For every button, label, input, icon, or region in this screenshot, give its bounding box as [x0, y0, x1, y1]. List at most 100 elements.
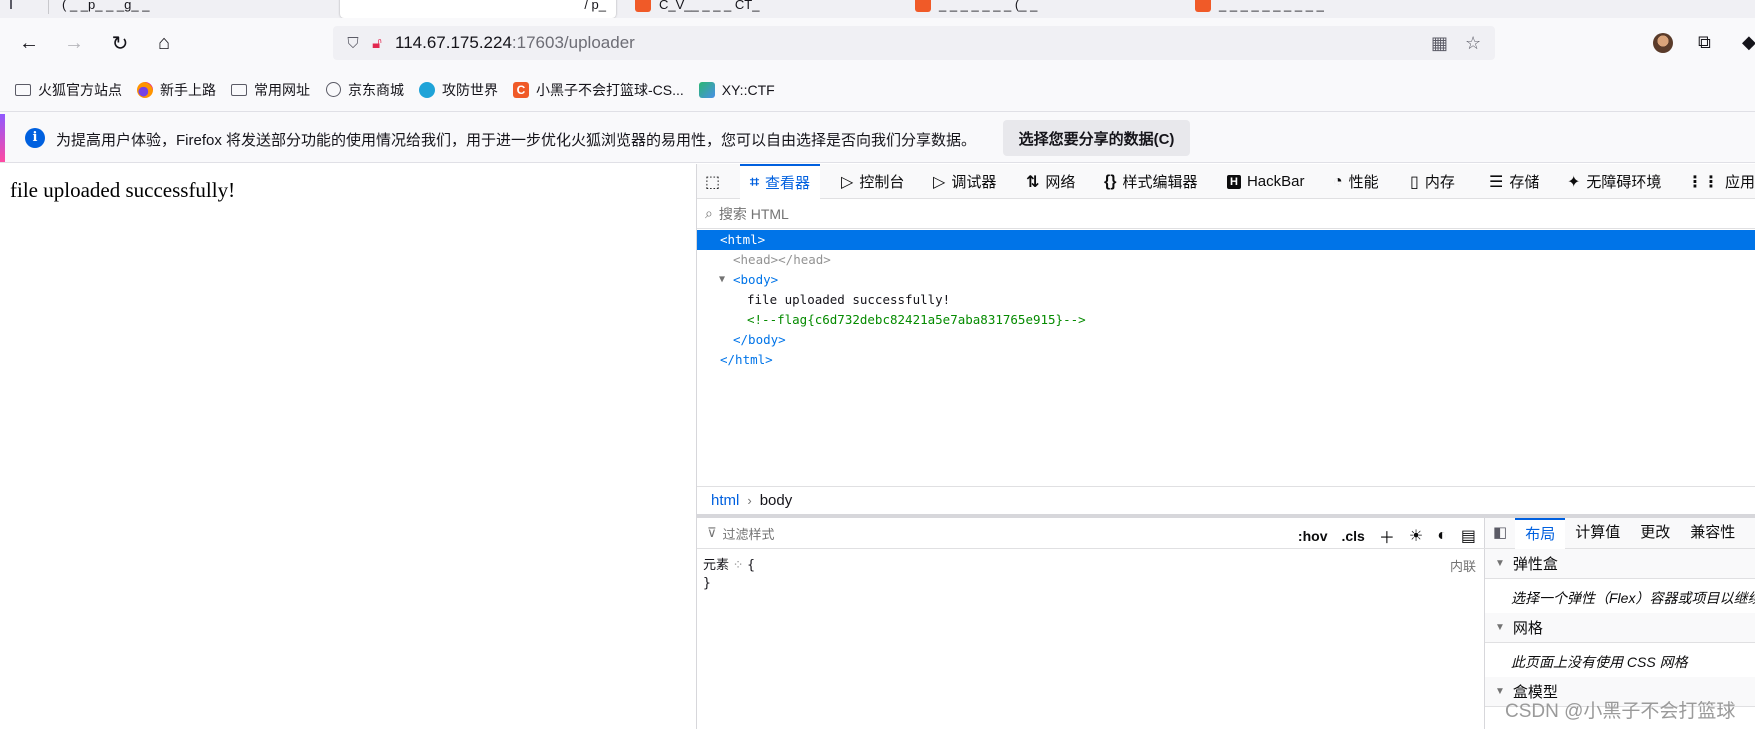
section-title: 网格 [1512, 620, 1543, 637]
node-body-close[interactable]: </body> [697, 330, 1755, 350]
section-flexbox[interactable]: ▼ 弹性盒 [1485, 549, 1755, 579]
rule-open-brace: { [747, 558, 755, 573]
node-html-close[interactable]: </html> [697, 350, 1755, 370]
bookmark-label: 常用网址 [254, 81, 310, 98]
forward-arrow-icon: → [64, 31, 84, 54]
tab-computed[interactable]: 计算值 [1565, 518, 1630, 549]
markup-tree: <html> <head></head> ▼ <body> file upload… [697, 230, 1755, 490]
add-rule-icon[interactable]: ＋ [1379, 524, 1395, 548]
node-body[interactable]: ▼ <body> [697, 270, 1755, 290]
firefox-icon [136, 81, 154, 98]
tab-accessibility[interactable]: ✦ 无障碍环境 [1567, 164, 1661, 199]
xyctf-icon [698, 81, 716, 98]
choose-data-button[interactable]: 选择您要分享的数据(C) [1003, 120, 1190, 156]
tab-console[interactable]: ▷ 控制台 [841, 164, 904, 199]
account-avatar[interactable] [1653, 33, 1673, 53]
back-arrow-icon: ← [19, 31, 39, 54]
tab-title: _ _ _ _ _ _ _ _ _ _ [1219, 0, 1324, 12]
tab-inspector[interactable]: ⌗ 查看器 [740, 164, 821, 199]
collapse-twisty-icon: ▼ [1495, 622, 1505, 633]
tab-list-button[interactable] [0, 0, 20, 18]
search-icon: ⌕ [705, 205, 713, 221]
tab-style-editor[interactable]: {} 样式编辑器 [1104, 164, 1197, 199]
qr-code-icon[interactable]: ▦ [1431, 33, 1448, 54]
url-bar[interactable]: ⛉ 🔓︎ 114.67.175.224:17603/uploader ▦ ☆ [333, 26, 1495, 60]
breadcrumb-html[interactable]: html [711, 492, 739, 509]
dark-theme-icon[interactable]: ◐ [1437, 527, 1447, 545]
tab-layout[interactable]: 布局 [1515, 517, 1566, 549]
node-body-close-text: </body> [733, 332, 786, 347]
bookmark-item[interactable]: 攻防世界 [418, 80, 498, 100]
tab-label: 性能 [1348, 174, 1379, 191]
flag-comment: <!--flag{c6d732debc82421a5e7aba831765e91… [747, 312, 1086, 327]
tab-strip: ( _ _p_ _ _g_ _ / p_ C_V__ _ _ _ CT_ _ _… [0, 0, 1755, 18]
bookmark-item[interactable]: 火狐官方站点 [14, 80, 122, 100]
folder-icon [14, 82, 32, 98]
forward-button[interactable]: → [58, 28, 90, 58]
insecure-lock-icon[interactable]: 🔓︎ [365, 35, 389, 52]
tab-5[interactable]: _ _ _ _ _ _ _ _ _ _ [1185, 0, 1485, 18]
cls-toggle[interactable]: .cls [1341, 528, 1364, 544]
node-comment[interactable]: <!--flag{c6d732debc82421a5e7aba831765e91… [697, 310, 1755, 330]
rules-toolbar: :hov .cls ＋ ☀ ◐ ▤ [1298, 524, 1476, 548]
screenshot-crop-icon[interactable]: ⧉ [1698, 32, 1711, 53]
tab-label: 查看器 [765, 175, 811, 192]
bookmark-item[interactable]: 新手上路 [136, 80, 216, 100]
bookmark-item[interactable]: 常用网址 [230, 80, 310, 100]
section-title: 弹性盒 [1512, 556, 1558, 573]
tab-title: C_V__ _ _ _ CT_ [659, 0, 760, 12]
bookmark-item[interactable]: C 小黑子不会打篮球-CS... [512, 80, 684, 100]
home-icon: ⌂ [157, 31, 171, 54]
tab-compatibility[interactable]: 兼容性 [1680, 518, 1745, 549]
tab-hackbar[interactable]: H HackBar [1227, 164, 1304, 199]
reload-button[interactable]: ↻ [104, 28, 136, 58]
bookmark-item[interactable]: XY::CTF [698, 81, 775, 98]
hov-toggle[interactable]: :hov [1298, 528, 1328, 544]
tab-title: ( _ _p_ _ _g_ _ [62, 0, 150, 12]
tab-memory[interactable]: ▯ 内存 [1410, 164, 1455, 199]
hackbar-icon: H [1227, 174, 1241, 189]
node-html-close-text: </html> [720, 352, 773, 367]
light-theme-icon[interactable]: ☀ [1409, 526, 1423, 546]
tab-4[interactable]: _ _ _ _ _ _ _ (_ _ [905, 0, 1165, 18]
accessibility-icon: ✦ [1567, 173, 1581, 191]
node-head[interactable]: <head></head> [697, 250, 1755, 270]
storage-icon: ☰ [1489, 173, 1504, 191]
tab-label: 存储 [1509, 174, 1540, 191]
toggle-sidebar-icon[interactable]: ◧ [1485, 518, 1515, 549]
tab-separator [48, 0, 49, 14]
tab-1[interactable]: ( _ _p_ _ _g_ _ [52, 0, 292, 18]
devtools-panel: ⬚ ⌗ 查看器 ▷ 控制台 ▷ 调试器 ⇅ 网络 {} 样式编辑器 H HackBar ◔ 性… [696, 164, 1755, 729]
tab-performance[interactable]: ◔ 性能 [1333, 164, 1379, 199]
tab-changes[interactable]: 更改 [1630, 518, 1680, 549]
braces-icon: {} [1104, 172, 1117, 190]
extension-icon[interactable]: ◆ [1742, 32, 1755, 53]
flexbox-hint: 选择一个弹性（Flex）容器或项目以继续。 [1511, 590, 1755, 606]
network-icon: ⇅ [1026, 173, 1040, 191]
bookmark-label: 新手上路 [160, 81, 216, 98]
tab-2-active[interactable]: / p_ [340, 0, 616, 18]
reload-icon: ↻ [111, 32, 129, 55]
expand-twisty-icon[interactable]: ▼ [719, 270, 725, 290]
notification-message: 为提高用户体验，Firefox 将发送部分功能的使用情况给我们，用于进一步优化火… [56, 132, 977, 149]
node-text[interactable]: file uploaded successfully! [697, 290, 1755, 310]
html-search-box[interactable]: ⌕ 搜索 HTML [697, 199, 1755, 229]
filter-placeholder: 过滤样式 [722, 526, 775, 542]
tab-storage[interactable]: ☰ 存储 [1489, 164, 1539, 199]
tab-label: 网络 [1045, 174, 1076, 191]
tab-debugger[interactable]: ▷ 调试器 [933, 164, 996, 199]
breadcrumb-body[interactable]: body [760, 492, 793, 509]
node-html[interactable]: <html> [697, 230, 1755, 250]
tab-network[interactable]: ⇅ 网络 [1026, 164, 1075, 199]
section-grid[interactable]: ▼ 网格 [1485, 613, 1755, 643]
node-text-content: file uploaded successfully! [747, 292, 951, 307]
tab-application[interactable]: ⋮⋮ 应用程 [1687, 164, 1755, 199]
shield-icon[interactable]: ⛉ [341, 35, 365, 52]
home-button[interactable]: ⌂ [148, 28, 180, 58]
back-button[interactable]: ← [13, 28, 45, 58]
bookmark-item[interactable]: 京东商城 [324, 80, 404, 100]
bookmark-star-icon[interactable]: ☆ [1465, 33, 1481, 54]
print-media-icon[interactable]: ▤ [1461, 526, 1476, 546]
element-picker-button[interactable]: ⬚ [705, 164, 720, 199]
tab-3[interactable]: C_V__ _ _ _ CT_ [625, 0, 885, 18]
